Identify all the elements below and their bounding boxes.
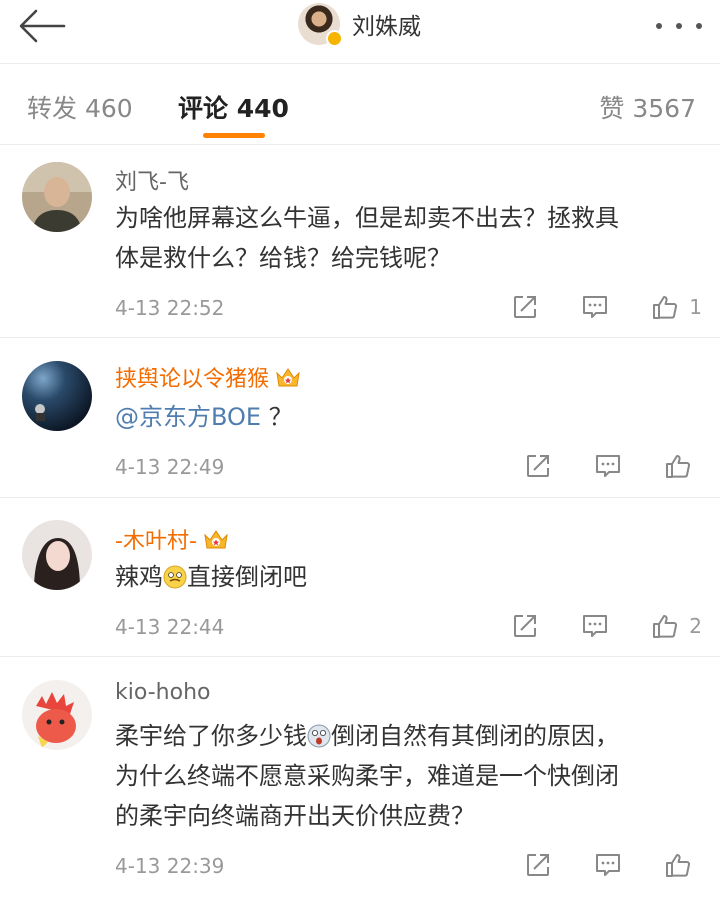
thumbs-up-icon <box>651 612 679 640</box>
comment-actions: 2 <box>511 609 702 643</box>
comment-text: 柔宇给了你多少钱 <box>115 722 307 750</box>
repost-button[interactable] <box>511 290 539 324</box>
repost-button[interactable] <box>511 609 539 643</box>
comment-username[interactable]: -木叶村- <box>115 523 229 555</box>
thumbs-up-icon <box>651 293 679 321</box>
repost-icon <box>524 452 552 480</box>
comment-actions: 1 <box>511 290 702 324</box>
like-button[interactable]: 1 <box>651 290 702 324</box>
dot-icon <box>656 23 662 29</box>
comment-actions <box>524 848 702 882</box>
comment-text-line: 为啥他屏幕这么牛逼，但是却卖不出去？拯救具 <box>115 204 619 232</box>
comment-content: @京东方BOE ？ <box>115 397 695 437</box>
dot-icon <box>696 23 702 29</box>
comment-time: 4-13 22:39 <box>115 854 225 878</box>
reply-button[interactable] <box>581 609 609 643</box>
reply-button[interactable] <box>594 449 622 483</box>
comment-text-line: 的柔宇向终端商开出天价供应费？ <box>115 802 475 830</box>
comment-time: 4-13 22:49 <box>115 455 225 479</box>
like-button[interactable]: 2 <box>651 609 702 643</box>
username-text: -木叶村- <box>115 529 197 554</box>
avatar[interactable] <box>22 162 92 232</box>
comment-icon <box>594 851 622 879</box>
comment-item: 刘飞-飞 为啥他屏幕这么牛逼，但是却卖不出去？拯救具 体是救什么？给钱？给完钱呢… <box>0 146 720 338</box>
comment-icon <box>581 293 609 321</box>
comment-content: 辣鸡 直接倒闭吧 <box>115 557 695 597</box>
comment-item: kio-hoho 柔宇给了你多少钱 倒闭自然有其倒闭的原因， 为什么终端不愿意采购… <box>0 658 720 898</box>
like-count: 1 <box>689 295 702 319</box>
avatar[interactable] <box>22 680 92 750</box>
verified-badge-icon <box>326 30 343 47</box>
comment-actions <box>524 449 702 483</box>
comment-username[interactable]: kio-hoho <box>115 680 210 705</box>
arrow-left-icon <box>19 9 66 43</box>
tab-forward[interactable]: 转发 460 <box>27 89 133 125</box>
tab-like[interactable]: 赞 3567 <box>599 89 696 125</box>
page-title: 刘姝威 <box>352 14 421 40</box>
reply-button[interactable] <box>594 848 622 882</box>
comment-time: 4-13 22:52 <box>115 296 225 320</box>
like-count: 2 <box>689 614 702 638</box>
more-button[interactable] <box>656 14 702 38</box>
comment-content: 为啥他屏幕这么牛逼，但是却卖不出去？拯救具 体是救什么？给钱？给完钱呢？ <box>115 198 695 278</box>
comment-item: -木叶村- 辣鸡 直接倒闭吧 4-13 22:44 2 <box>0 499 720 657</box>
comment-item: 挟舆论以令猪猴 @京东方BOE ？ 4-13 22:49 <box>0 339 720 498</box>
comment-icon <box>594 452 622 480</box>
like-button[interactable] <box>664 449 702 483</box>
dot-icon <box>676 23 682 29</box>
title-user[interactable]: 刘姝威 <box>298 2 421 47</box>
back-button[interactable] <box>16 8 68 44</box>
crown-badge-icon <box>203 529 229 551</box>
tab-comment[interactable]: 评论 440 <box>178 89 289 125</box>
comment-text-line: 为什么终端不愿意采购柔宇，难道是一个快倒闭 <box>115 762 619 790</box>
comment-content: 柔宇给了你多少钱 倒闭自然有其倒闭的原因， 为什么终端不愿意采购柔宇，难道是一个快… <box>115 716 695 836</box>
repost-icon <box>511 293 539 321</box>
username-text: 挟舆论以令猪猴 <box>115 367 270 392</box>
reply-button[interactable] <box>581 290 609 324</box>
sick-face-emoji-icon <box>163 565 187 589</box>
comment-text: 倒闭自然有其倒闭的原因， <box>331 722 619 750</box>
thumbs-up-icon <box>664 452 692 480</box>
avatar[interactable] <box>22 361 92 431</box>
comment-username[interactable]: 挟舆论以令猪猴 <box>115 361 301 393</box>
comment-time: 4-13 22:44 <box>115 615 225 639</box>
top-bar: 刘姝威 <box>0 0 720 64</box>
repost-icon <box>524 851 552 879</box>
comment-text-line: 柔宇给了你多少钱 倒闭自然有其倒闭的原因， <box>115 716 695 756</box>
comment-icon <box>581 612 609 640</box>
comment-text: 直接倒闭吧 <box>187 563 307 591</box>
mention-link[interactable]: @京东方BOE <box>115 403 261 431</box>
tab-bar: 转发 460 评论 440 赞 3567 <box>0 65 720 145</box>
active-tab-indicator <box>203 133 265 138</box>
like-button[interactable] <box>664 848 702 882</box>
thumbs-up-icon <box>664 851 692 879</box>
shocked-face-emoji-icon <box>307 724 331 748</box>
repost-button[interactable] <box>524 848 552 882</box>
comment-text: 辣鸡 <box>115 563 163 591</box>
repost-button[interactable] <box>524 449 552 483</box>
repost-icon <box>511 612 539 640</box>
comment-username[interactable]: 刘飞-飞 <box>115 164 189 196</box>
comment-text: ？ <box>268 403 293 431</box>
avatar[interactable] <box>298 3 343 47</box>
comment-text-line: 体是救什么？给钱？给完钱呢？ <box>115 244 451 272</box>
crown-badge-icon <box>275 367 301 389</box>
avatar[interactable] <box>22 520 92 590</box>
